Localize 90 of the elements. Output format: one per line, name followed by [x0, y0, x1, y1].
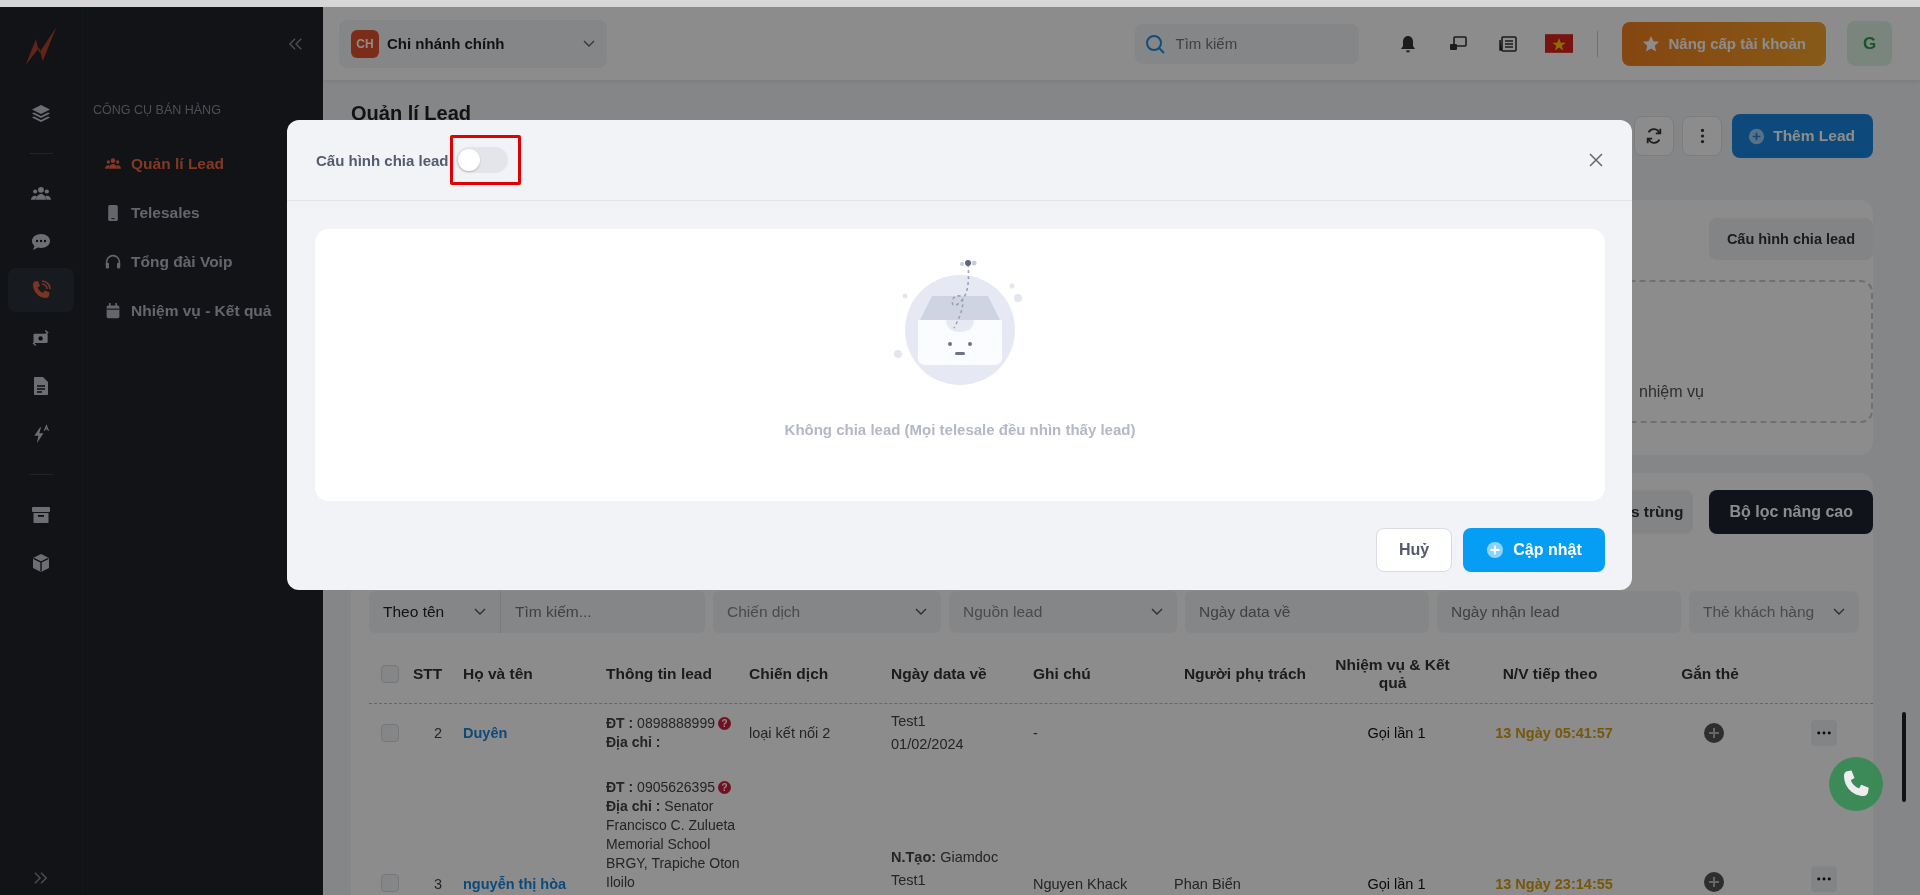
dots-icon: [1817, 877, 1831, 881]
caret-icon: [474, 608, 486, 616]
table-cell-text: loại kết nối 2: [749, 725, 832, 741]
table-cell-text: Gọi lần 1: [1366, 725, 1427, 741]
filter-select[interactable]: Chiến dịch: [713, 591, 941, 633]
date-field[interactable]: Ngày nhận lead: [1437, 591, 1681, 633]
archive-icon: [31, 505, 52, 525]
caret-icon: [1833, 608, 1845, 616]
search-field[interactable]: Tìm kiếm: [1173, 34, 1348, 53]
lead-config-button[interactable]: Cấu hình chia lead: [1708, 218, 1873, 260]
filter-select[interactable]: Thẻ khách hàng: [1689, 591, 1859, 633]
dialog-title: Cấu hình chia lead: [316, 151, 449, 169]
search-icon: [1145, 33, 1166, 54]
search-field[interactable]: Tìm kiếm...: [501, 591, 705, 633]
caret-icon: [583, 39, 595, 48]
row-menu-button[interactable]: [1811, 866, 1837, 892]
warning-badge: ?: [718, 717, 731, 730]
search-bar[interactable]: Tìm kiếm: [1135, 23, 1360, 64]
table-cell-text: Phan Biển: [1174, 876, 1242, 892]
table-cell-text: -: [1033, 725, 1039, 741]
layers-icon: [31, 103, 52, 123]
calendar-icon: [105, 302, 122, 319]
column-header: N/V tiếp theo: [1501, 665, 1599, 683]
phone-icon: [1841, 769, 1871, 799]
toggle-switch[interactable]: [455, 147, 508, 173]
bolt-icon: [31, 424, 52, 444]
filter-select[interactable]: Nguồn lead: [949, 591, 1177, 633]
cube-icon: [31, 553, 52, 573]
row-menu-button[interactable]: [1811, 720, 1837, 746]
date-field[interactable]: Ngày data về: [1185, 591, 1429, 633]
star-icon: [1642, 34, 1661, 53]
rail-button[interactable]: [8, 268, 75, 312]
user-avatar[interactable]: G: [1847, 21, 1892, 66]
due-time: 13 Ngày 23:14:55: [1494, 876, 1614, 892]
filter-select[interactable]: Theo tên: [369, 591, 501, 633]
table-cell-text: N.Tạo: Giamdoc: [891, 848, 1000, 867]
upgrade-button[interactable]: Nâng cấp tài khoản: [1622, 21, 1826, 66]
due-time: 13 Ngày 05:41:57: [1494, 725, 1614, 741]
empty-message: Không chia lead (Mọi telesale đều nhìn thấy lead): [784, 421, 1136, 438]
table-cell-text: Nguyen Khack: [1033, 876, 1129, 892]
caret-icon: [915, 608, 927, 616]
column-header: Gắn thẻ: [1680, 665, 1740, 683]
table-cell-text: Test1: [891, 871, 927, 890]
column-header: Nhiệm vụ & Kết quả: [1334, 656, 1451, 692]
headset-icon: [105, 253, 122, 270]
refresh-icon: [1645, 127, 1664, 145]
address-text: Địa chỉ :: [606, 733, 662, 752]
advanced-filter-button[interactable]: Bộ lọc nâng cao: [1709, 490, 1873, 534]
branch-select[interactable]: CH Chi nhánh chính: [339, 19, 607, 68]
newspaper-icon[interactable]: [1498, 33, 1519, 54]
column-header: Người phụ trách: [1182, 665, 1308, 683]
cancel-button[interactable]: Huỷ: [1376, 528, 1452, 572]
lead-name-link[interactable]: Duyên: [463, 725, 606, 741]
column-header: STT: [413, 665, 444, 683]
add-tag-icon[interactable]: [1704, 872, 1724, 892]
dots-icon: [1817, 731, 1831, 735]
column-header: Ngày data về: [891, 665, 988, 683]
table-cell-text: 2: [432, 725, 444, 741]
close-icon[interactable]: [1588, 152, 1604, 168]
column-header: Chiến dịch: [749, 665, 830, 683]
column-header: Họ và tên: [463, 665, 534, 683]
add-tag-icon[interactable]: [1704, 723, 1724, 743]
lead-name-link[interactable]: nguyễn thị hòa: [463, 876, 606, 892]
update-button[interactable]: Cập nhật: [1463, 528, 1605, 572]
phone-text: ĐT : 0898888999: [606, 714, 715, 733]
warning-badge: ?: [718, 781, 731, 794]
table-cell-text: Gọi lần 1: [1366, 876, 1427, 892]
table-cell-text: 01/02/2024: [891, 735, 965, 754]
phone-icon: [31, 280, 52, 300]
note-text: nhiệm vụ: [1639, 383, 1704, 401]
plus-icon: [1486, 541, 1505, 559]
refresh-button[interactable]: [1634, 116, 1675, 156]
phone-text: ĐT : 0905626395: [606, 778, 715, 797]
table-cell-text: 3: [432, 876, 444, 892]
column-header: Ghi chú: [1033, 665, 1092, 683]
menu-item[interactable]: Tổng đài Voip: [93, 237, 323, 286]
more-icon: [1699, 128, 1705, 144]
scrollbar[interactable]: [1902, 712, 1906, 802]
money-icon: [31, 328, 52, 348]
address-text: Địa chỉ : Senator Francisco C. Zulueta Memorial School BRGY, Trapiche Oton Iloilo: [606, 797, 741, 892]
menu-item[interactable]: Nhiệm vụ - Kết quả: [93, 286, 323, 335]
menu-item[interactable]: Telesales: [93, 188, 323, 237]
column-header: Thông tin lead: [606, 665, 713, 683]
add-lead-button[interactable]: Thêm Lead: [1732, 114, 1873, 158]
table-cell-text: Test1: [891, 712, 927, 731]
chat-icon: [31, 232, 52, 252]
section-title: CÔNG CỤ BÁN HÀNG: [93, 103, 222, 117]
vietnam-flag-icon[interactable]: [1545, 34, 1574, 53]
users-icon: [105, 155, 122, 172]
caret-icon: [1151, 608, 1163, 616]
